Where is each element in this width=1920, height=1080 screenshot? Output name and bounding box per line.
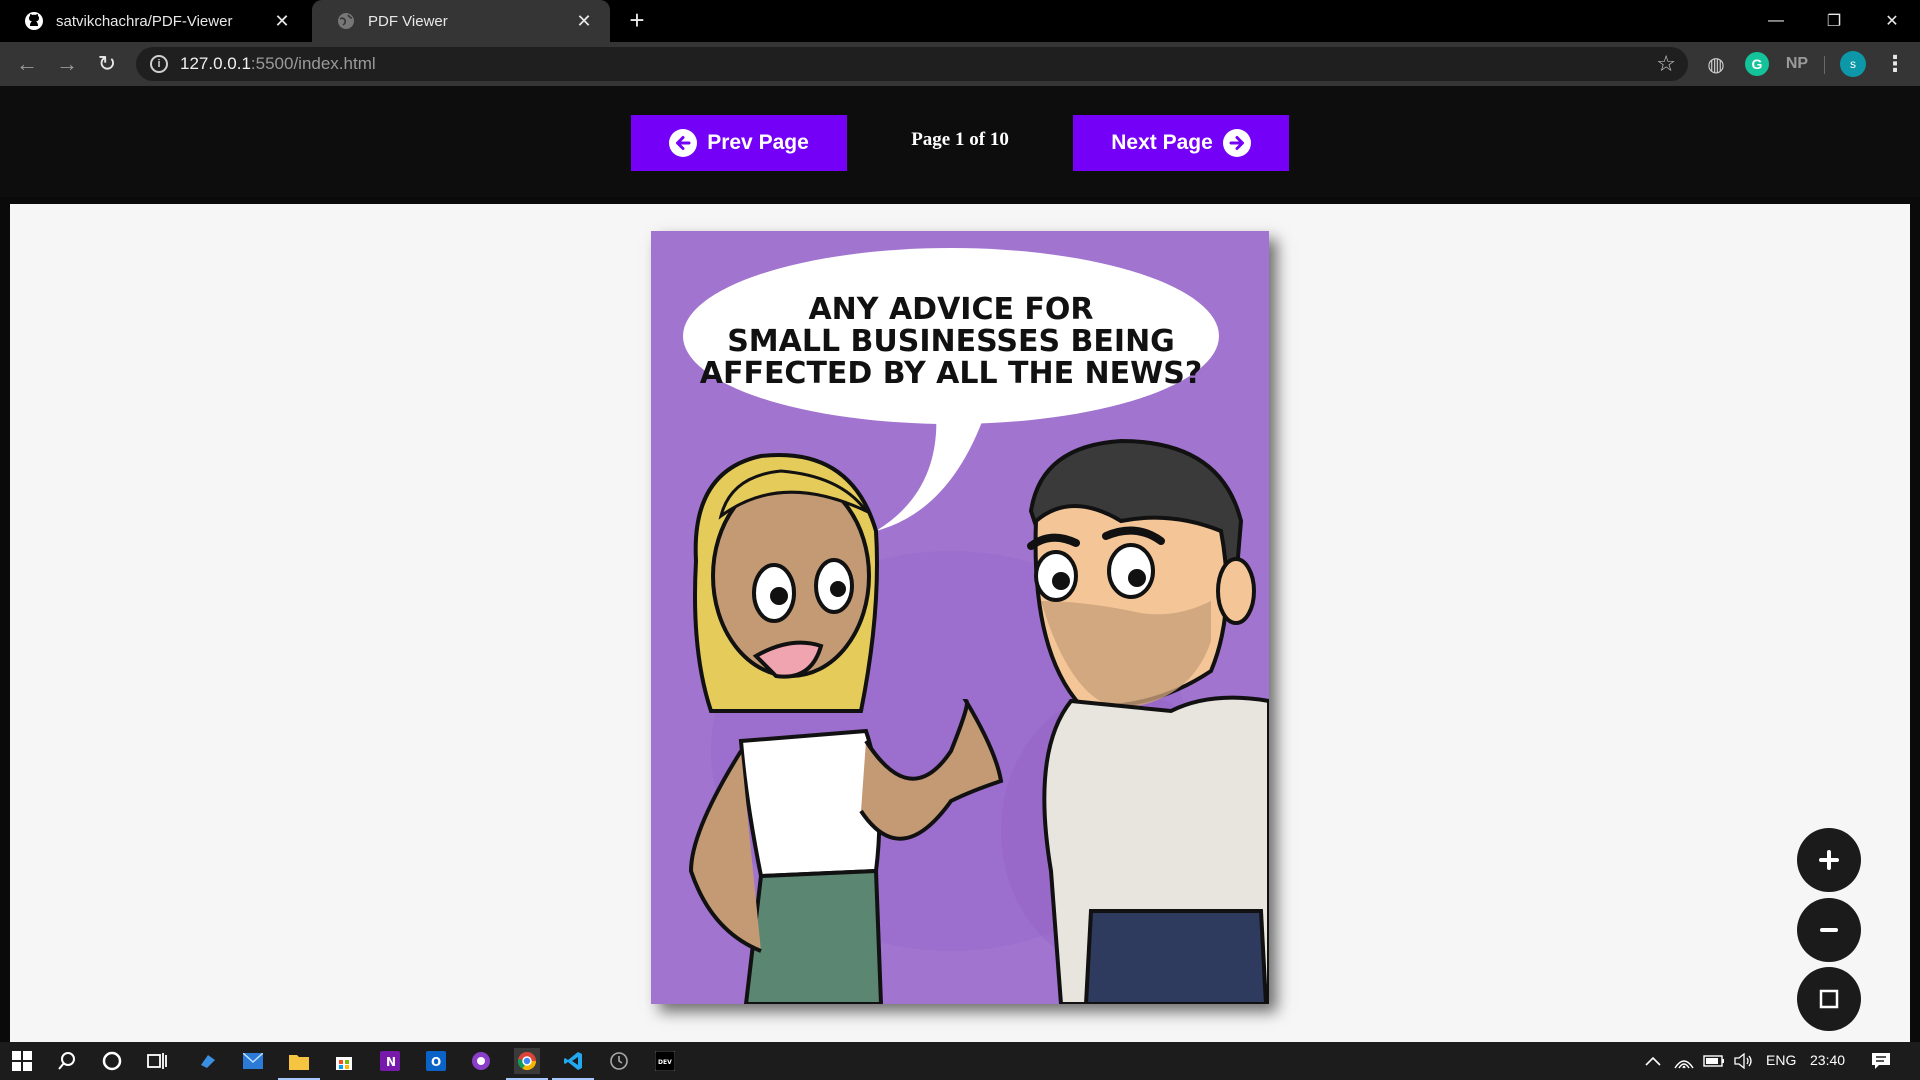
browser-toolbar: ← → ↻ i 127.0.0.1:5500/index.html ☆ ◍ G … bbox=[0, 42, 1920, 86]
pdf-nav-bar: Prev Page Page 1 of 10 Next Page bbox=[0, 86, 1920, 197]
vscode-icon[interactable] bbox=[552, 1048, 594, 1080]
back-icon[interactable]: ← bbox=[13, 50, 41, 78]
battery-icon[interactable] bbox=[1701, 1048, 1727, 1074]
prev-page-label: Prev Page bbox=[707, 131, 809, 154]
clock-icon[interactable] bbox=[606, 1048, 632, 1074]
toolbar-divider bbox=[1824, 56, 1825, 74]
zoom-in-button[interactable] bbox=[1797, 828, 1861, 892]
pdf-page-canvas: ANY ADVICE FOR SMALL BUSINESSES BEING AF… bbox=[651, 231, 1269, 1004]
show-hidden-icons-icon[interactable] bbox=[1640, 1048, 1666, 1074]
people-icon[interactable] bbox=[195, 1048, 221, 1074]
speech-bubble-line-2: SMALL BUSINESSES BEING bbox=[727, 324, 1175, 359]
tab-title: PDF Viewer bbox=[368, 12, 448, 30]
close-window-icon[interactable]: ✕ bbox=[1864, 0, 1920, 42]
info-icon[interactable]: i bbox=[150, 55, 168, 73]
wifi-icon[interactable] bbox=[1671, 1048, 1697, 1074]
onenote-icon[interactable]: N bbox=[377, 1048, 403, 1074]
pdf-canvas-area: ANY ADVICE FOR SMALL BUSINESSES BEING AF… bbox=[10, 204, 1910, 1042]
outlook-icon[interactable]: O bbox=[423, 1048, 449, 1074]
notification-icon[interactable] bbox=[1868, 1048, 1894, 1074]
clock-time[interactable]: 23:40 bbox=[1810, 1052, 1845, 1068]
cortana-icon[interactable] bbox=[99, 1048, 125, 1074]
search-icon[interactable] bbox=[54, 1048, 80, 1074]
mail-icon[interactable] bbox=[240, 1048, 266, 1074]
start-icon[interactable] bbox=[9, 1048, 35, 1074]
file-explorer-icon[interactable] bbox=[278, 1048, 320, 1080]
page-separator: of bbox=[969, 129, 986, 150]
bookmark-star-icon[interactable]: ☆ bbox=[1656, 51, 1676, 77]
address-bar[interactable]: i 127.0.0.1:5500/index.html ☆ bbox=[136, 47, 1688, 81]
grammarly-icon[interactable]: G bbox=[1745, 52, 1769, 76]
tab-github[interactable]: satvikchachra/PDF-Viewer ✕ bbox=[0, 0, 308, 42]
page-viewport: Prev Page Page 1 of 10 Next Page ANY ADV… bbox=[0, 86, 1920, 1042]
page-prefix: Page bbox=[911, 129, 951, 150]
url-path: :5500/index.html bbox=[250, 54, 376, 73]
speech-bubble-line-3: AFFECTED BY ALL THE NEWS? bbox=[700, 356, 1203, 391]
profile-avatar[interactable]: s bbox=[1840, 51, 1866, 77]
new-tab-button[interactable]: + bbox=[624, 7, 650, 34]
volume-icon[interactable] bbox=[1730, 1048, 1756, 1074]
forward-icon[interactable]: → bbox=[53, 50, 81, 78]
page-indicator: Page 1 of 10 bbox=[860, 129, 1060, 151]
np-extension-icon[interactable]: NP bbox=[1782, 52, 1812, 76]
tab-title: satvikchachra/PDF-Viewer bbox=[56, 12, 233, 30]
restore-icon[interactable]: ❐ bbox=[1806, 0, 1862, 42]
language-indicator[interactable]: ENG bbox=[1766, 1052, 1796, 1068]
task-view-icon[interactable] bbox=[144, 1048, 170, 1074]
extension-globe-icon[interactable]: ◍ bbox=[1704, 52, 1728, 76]
browser-menu-icon[interactable]: ⋮ bbox=[1884, 52, 1906, 78]
minus-icon bbox=[1820, 928, 1838, 932]
square-icon bbox=[1819, 989, 1839, 1009]
podcast-icon[interactable] bbox=[468, 1048, 494, 1074]
url-host: 127.0.0.1 bbox=[180, 54, 251, 73]
globe-icon bbox=[336, 11, 356, 31]
close-tab-icon[interactable]: ✕ bbox=[272, 11, 292, 31]
total-pages: 10 bbox=[989, 129, 1009, 150]
arrow-right-circle-icon bbox=[1222, 129, 1251, 157]
next-page-label: Next Page bbox=[1111, 131, 1213, 154]
dev-icon[interactable]: DEV bbox=[652, 1048, 678, 1074]
comic-illustration: ANY ADVICE FOR SMALL BUSINESSES BEING AF… bbox=[651, 231, 1269, 1004]
close-tab-icon[interactable]: ✕ bbox=[574, 11, 594, 31]
arrow-left-circle-icon bbox=[669, 129, 698, 157]
svg-text:O: O bbox=[431, 1055, 441, 1069]
current-page: 1 bbox=[954, 129, 965, 150]
speech-bubble-line-1: ANY ADVICE FOR bbox=[808, 292, 1093, 327]
windows-taskbar: N O DEV ENG 23:40 bbox=[0, 1042, 1920, 1080]
plus-icon bbox=[1819, 850, 1839, 870]
browser-tab-bar: satvikchachra/PDF-Viewer ✕ PDF Viewer ✕ … bbox=[0, 0, 1920, 42]
next-page-button[interactable]: Next Page bbox=[1073, 115, 1289, 171]
tab-pdf-viewer[interactable]: PDF Viewer ✕ bbox=[312, 0, 610, 42]
github-icon bbox=[24, 11, 44, 31]
svg-text:N: N bbox=[386, 1055, 396, 1069]
svg-text:DEV: DEV bbox=[658, 1059, 672, 1066]
chrome-icon[interactable] bbox=[506, 1048, 548, 1080]
reload-icon[interactable]: ↻ bbox=[93, 50, 121, 78]
minimize-icon[interactable]: — bbox=[1748, 0, 1804, 42]
store-icon[interactable] bbox=[331, 1048, 357, 1074]
zoom-out-button[interactable] bbox=[1797, 898, 1861, 962]
fit-page-button[interactable] bbox=[1797, 967, 1861, 1031]
prev-page-button[interactable]: Prev Page bbox=[631, 115, 847, 171]
